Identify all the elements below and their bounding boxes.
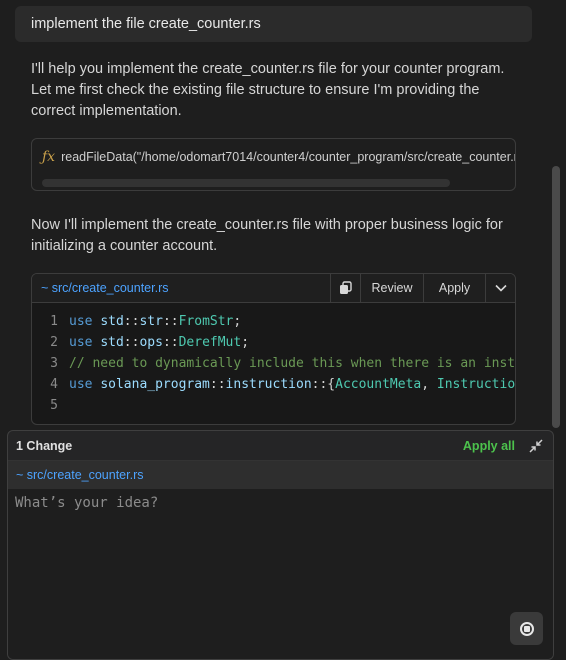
line-text: use std::ops::DerefMut; [69,335,250,350]
apply-button[interactable]: Apply [423,274,485,302]
line-number: 2 [50,335,58,350]
code-block: ~ src/create_counter.rs Review Apply 1 us… [31,273,516,425]
code-file-link[interactable]: ~ src/create_counter.rs [32,281,330,295]
code-line: 3 // need to dynamically include this whe… [32,353,515,374]
function-icon: ƒx [42,148,56,165]
idea-input[interactable] [8,489,553,659]
copy-button[interactable] [330,274,360,302]
line-text: use solana_program::instruction::{Accoun… [69,377,516,392]
assistant-message-2: Now I'll implement the create_counter.rs… [31,217,503,254]
changed-file-item[interactable]: ~ src/create_counter.rs [8,461,553,489]
changes-count: 1 Change [16,438,73,453]
user-prompt: implement the file create_counter.rs [15,6,532,42]
changes-header: 1 Change Apply all [8,431,553,461]
code-block-header: ~ src/create_counter.rs Review Apply [32,274,515,303]
horizontal-scrollbar[interactable] [42,179,450,187]
code-line: 1 use std::str::FromStr; [32,311,515,332]
collapse-icon[interactable] [527,437,545,455]
apply-all-button[interactable]: Apply all [463,439,515,453]
chevron-down-icon [494,284,507,292]
stop-icon [519,621,534,636]
stop-button[interactable] [510,612,543,645]
line-number: 3 [50,356,58,371]
line-number: 1 [50,314,58,329]
code-content: 1 use std::str::FromStr;2 use std::ops::De… [32,303,515,416]
line-number: 4 [50,377,58,392]
line-text: // need to dynamically include this when… [69,356,516,371]
code-line: 4 use solana_program::instruction::{Accou… [32,374,515,395]
expand-button[interactable] [485,274,515,302]
assistant-message-1: I'll help you implement the create_count… [31,61,505,119]
line-number: 5 [50,398,58,413]
tool-call-text: readFileData("/home/odomart7014/counter4… [61,149,516,164]
code-line: 5 [32,395,515,416]
review-button[interactable]: Review [360,274,423,302]
tool-call-box[interactable]: ƒx readFileData("/home/odomart7014/count… [31,138,516,191]
line-text: use std::str::FromStr; [69,314,242,329]
code-line: 2 use std::ops::DerefMut; [32,332,515,353]
copy-icon [340,281,352,294]
changes-panel: 1 Change Apply all ~ src/create_counter.… [7,430,554,660]
scrollbar-thumb[interactable] [552,166,560,428]
